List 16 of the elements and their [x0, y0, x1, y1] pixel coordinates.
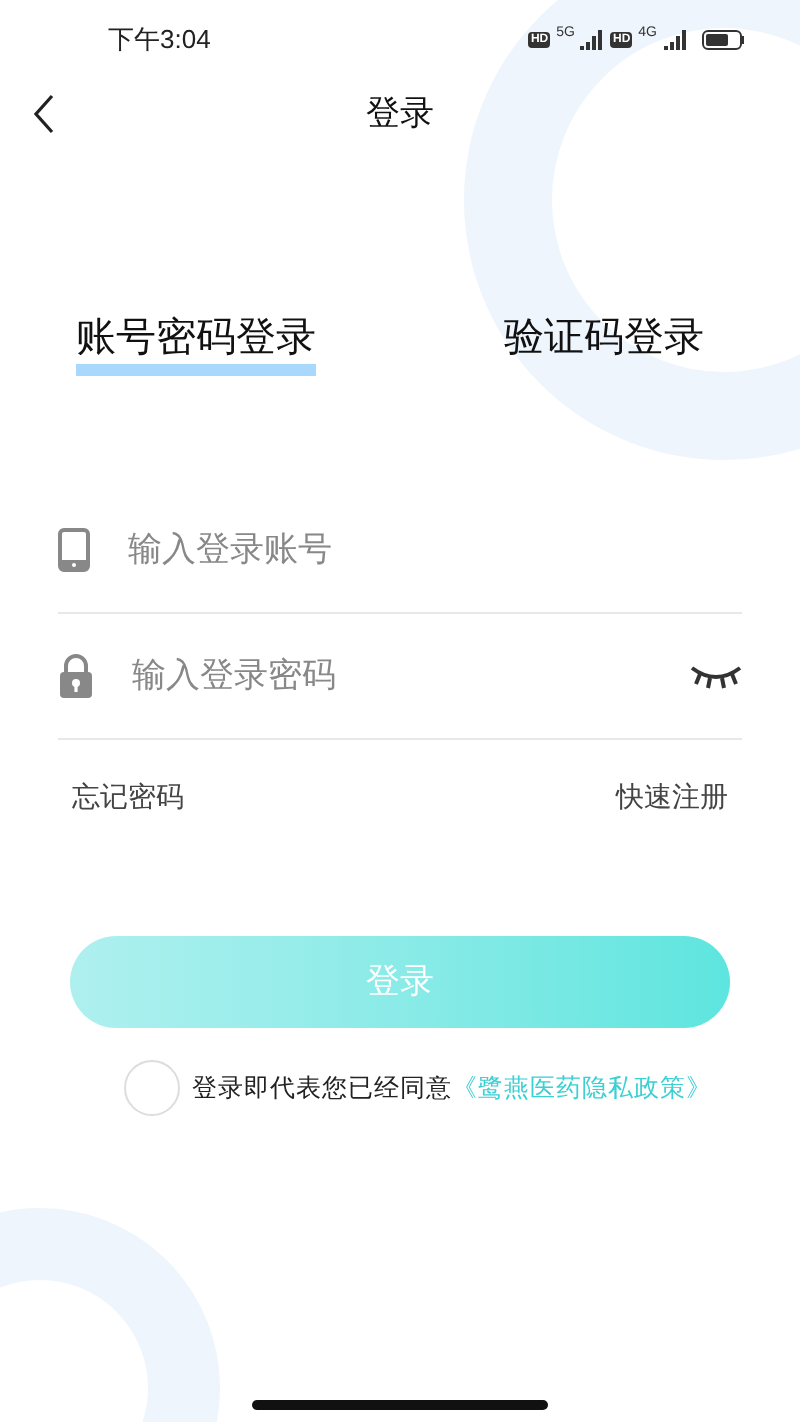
- login-tab[interactable]: 账号密码登录: [76, 312, 316, 376]
- lock-icon: [58, 654, 94, 698]
- closed-eye-icon[interactable]: [690, 662, 742, 690]
- text-input[interactable]: 输入登录账号: [128, 524, 742, 576]
- agreement-text: 登录即代表您已经同意: [192, 1073, 452, 1102]
- agreement-checkbox[interactable]: [124, 1060, 180, 1116]
- page-title: 登录: [366, 92, 434, 137]
- forgot-password-link[interactable]: 忘记密码: [72, 776, 184, 818]
- signal-icon: [580, 30, 605, 50]
- register-link[interactable]: 快速注册: [616, 776, 728, 818]
- signal-icon: [663, 30, 687, 50]
- login-tab[interactable]: 验证码登录: [504, 312, 704, 376]
- text-input[interactable]: 输入登录密码: [132, 650, 690, 702]
- battery-icon: [701, 30, 744, 50]
- status-time: 下午3:04: [108, 22, 211, 59]
- phone-icon: [58, 528, 90, 572]
